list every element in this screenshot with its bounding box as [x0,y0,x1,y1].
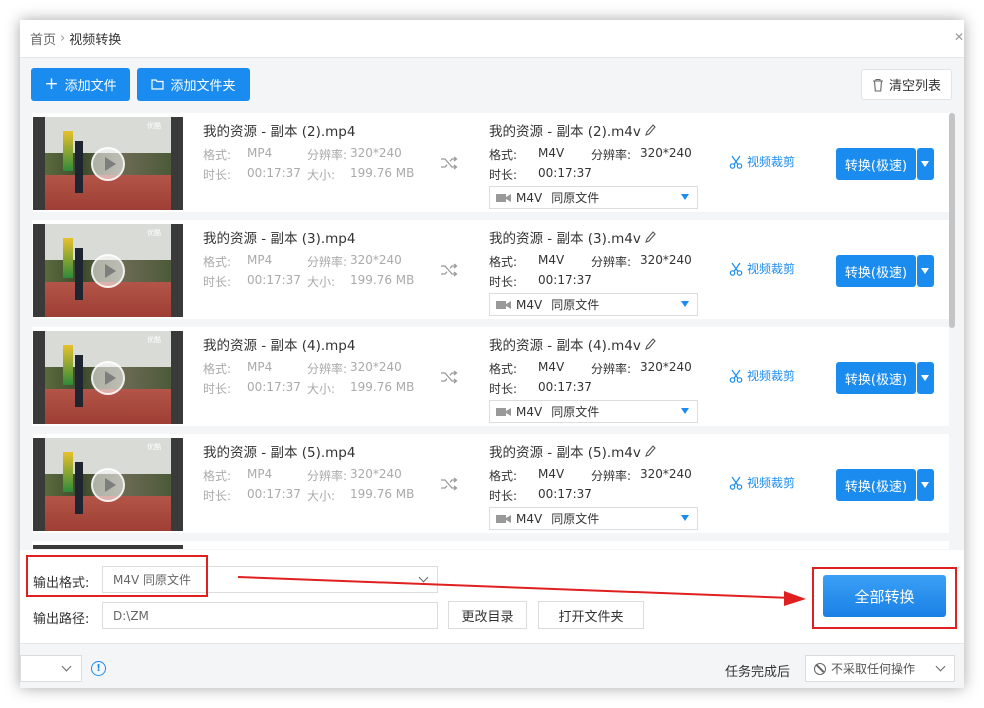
status-bar: ! 任务完成后 不采取任何操作 [20,643,964,688]
convert-all-label: 全部转换 [854,587,915,606]
after-task-select[interactable]: 不采取任何操作 [805,655,955,682]
info-icon[interactable]: ! [91,661,106,676]
chevron-down-icon [61,661,72,672]
after-task-label: 任务完成后 [725,665,791,680]
prohibited-icon [814,662,826,675]
after-task-value: 不采取任何操作 [831,662,916,676]
convert-all-button[interactable]: 全部转换 [823,575,946,617]
app-window: 首页 › 视频转换 ✕ + 添加文件 添加文件夹 清空列表 优酷 我的资源 - … [20,20,964,688]
chevron-down-icon [935,661,946,672]
status-left-select[interactable] [20,655,82,682]
